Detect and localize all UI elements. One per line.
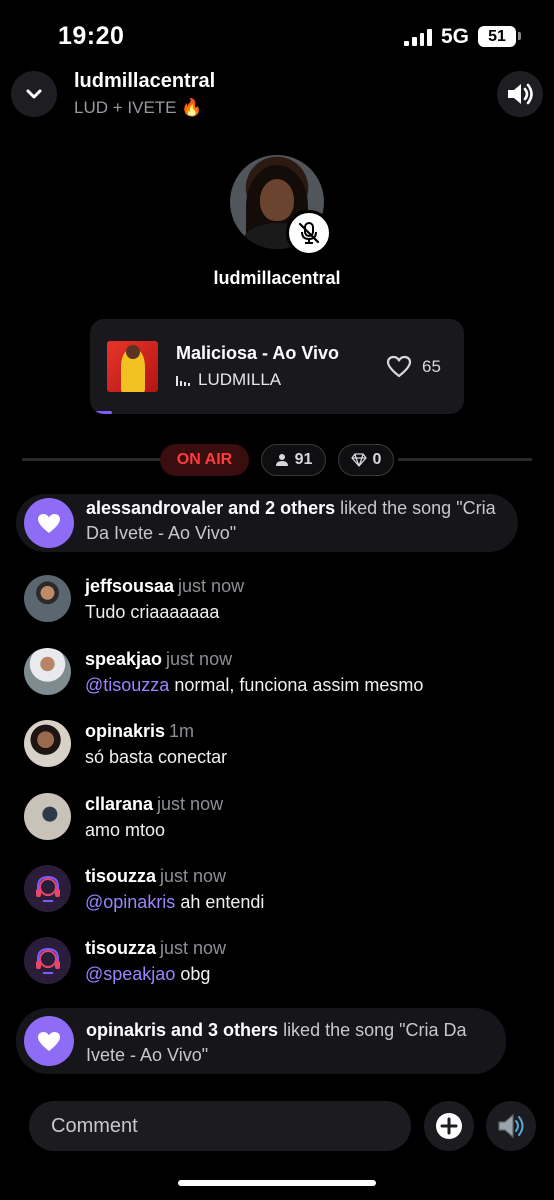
album-art	[107, 341, 158, 392]
comment-header: cllarana just now	[85, 794, 223, 815]
song-like-button[interactable]: 65	[386, 355, 441, 378]
cellular-signal-icon	[404, 29, 432, 46]
speaker-icon	[498, 1113, 524, 1139]
heart-icon	[386, 355, 412, 378]
comment-username[interactable]: speakjao	[85, 649, 162, 669]
listener-count: 91	[294, 451, 313, 468]
chevron-down-icon	[26, 89, 42, 99]
comment-header: tisouzza just now	[85, 938, 226, 959]
comment-message: amo mtoo	[85, 820, 166, 840]
room-name: ludmillacentral	[74, 70, 216, 92]
battery-icon: 51	[478, 26, 516, 47]
comment-text: só basta conectar	[85, 747, 227, 768]
mic-muted-badge	[286, 210, 332, 256]
comment-header: jeffsousaa just now	[85, 576, 244, 597]
comment-message: Tudo criaaaaaaa	[85, 602, 220, 622]
host-name: ludmillacentral	[213, 268, 341, 288]
volume-icon	[508, 83, 533, 105]
song-like-notice: opinakris and 3 others liked the song "C…	[16, 1008, 506, 1074]
heart-icon	[38, 513, 60, 533]
comment-username[interactable]: jeffsousaa	[85, 576, 174, 596]
headphones-logo-icon	[35, 875, 60, 902]
comment-time: 1m	[169, 721, 195, 741]
comment-time: just now	[160, 938, 227, 958]
heart-badge	[24, 498, 74, 548]
person-icon	[275, 454, 288, 466]
comment-item: tisouzza just now @opinakris ah entendi	[24, 865, 534, 923]
volume-button[interactable]	[497, 71, 543, 117]
mention[interactable]: @opinakris	[85, 892, 175, 912]
comment-username[interactable]: cllarana	[85, 794, 153, 814]
comment-header: speakjao just now	[85, 649, 232, 670]
song-artist: LUDMILLA	[198, 370, 282, 389]
mention[interactable]: @tisouzza	[85, 675, 169, 695]
comment-username[interactable]: tisouzza	[85, 866, 156, 886]
add-button[interactable]	[424, 1101, 474, 1151]
divider	[398, 458, 532, 461]
comment-text: @opinakris ah entendi	[85, 892, 264, 913]
song-like-count: 65	[422, 356, 441, 376]
comment-message: ah entendi	[175, 892, 265, 912]
status-time: 19:20	[58, 22, 125, 50]
mic-off-icon	[298, 222, 320, 244]
comment-header: tisouzza just now	[85, 866, 226, 887]
comment-item: cllarana just now amo mtoo	[24, 793, 534, 851]
avatar[interactable]	[24, 937, 71, 984]
collapse-button[interactable]	[11, 71, 57, 117]
notice-text: alessandrovaler and 2 others liked the s…	[86, 496, 511, 546]
equalizer-icon	[176, 374, 190, 386]
comment-item: jeffsousaa just now Tudo criaaaaaaa	[24, 575, 534, 633]
avatar[interactable]	[24, 793, 71, 840]
song-like-notice: alessandrovaler and 2 others liked the s…	[16, 494, 518, 552]
avatar[interactable]	[24, 575, 71, 622]
comment-time: just now	[178, 576, 245, 596]
notice-text: opinakris and 3 others liked the song "C…	[86, 1018, 496, 1068]
status-bar: 19:20 5G 51	[0, 0, 554, 70]
heart-icon	[38, 1031, 60, 1051]
comment-text: amo mtoo	[85, 820, 165, 841]
avatar[interactable]	[24, 865, 71, 912]
speaker-button[interactable]	[486, 1101, 536, 1151]
mention[interactable]: @speakjao	[85, 964, 175, 984]
plus-circle-icon	[436, 1113, 462, 1139]
diamond-count-badge[interactable]: 0	[338, 444, 394, 476]
avatar[interactable]	[24, 648, 71, 695]
comment-text: @speakjao obg	[85, 964, 210, 985]
comment-message: normal, funciona assim mesmo	[169, 675, 424, 695]
room-subtitle: LUD + IVETE 🔥	[74, 98, 203, 117]
diamond-count: 0	[372, 451, 382, 468]
network-type: 5G	[441, 25, 470, 48]
headphones-logo-icon	[35, 947, 60, 974]
comment-time: just now	[166, 649, 233, 669]
comment-item: speakjao just now @tisouzza normal, funci…	[24, 648, 534, 706]
comment-header: opinakris 1m	[85, 721, 194, 742]
comment-message: só basta conectar	[85, 747, 228, 767]
avatar[interactable]	[24, 720, 71, 767]
notice-actors[interactable]: alessandrovaler and 2 others	[86, 498, 335, 518]
comment-text: @tisouzza normal, funciona assim mesmo	[85, 675, 423, 696]
comment-username[interactable]: tisouzza	[85, 938, 156, 958]
notice-actors[interactable]: opinakris and 3 others	[86, 1020, 278, 1040]
home-indicator[interactable]	[178, 1180, 376, 1186]
song-artist-row: LUDMILLA	[176, 370, 281, 390]
comment-item: opinakris 1m só basta conectar	[24, 720, 534, 778]
comment-username[interactable]: opinakris	[85, 721, 165, 741]
battery-cap	[518, 32, 521, 40]
diamond-icon	[350, 453, 367, 467]
comment-time: just now	[157, 794, 224, 814]
comment-input[interactable]	[29, 1101, 411, 1151]
song-progress-bar	[90, 411, 113, 414]
song-title: Maliciosa - Ao Vivo	[176, 343, 340, 363]
listener-count-badge[interactable]: 91	[261, 444, 326, 476]
heart-badge	[24, 1016, 74, 1066]
on-air-badge: ON AIR	[160, 444, 249, 476]
comment-item: tisouzza just now @speakjao obg	[24, 937, 534, 995]
comment-message: obg	[175, 964, 211, 984]
divider	[22, 458, 162, 461]
comment-time: just now	[160, 866, 227, 886]
comment-text: Tudo criaaaaaaa	[85, 602, 219, 623]
